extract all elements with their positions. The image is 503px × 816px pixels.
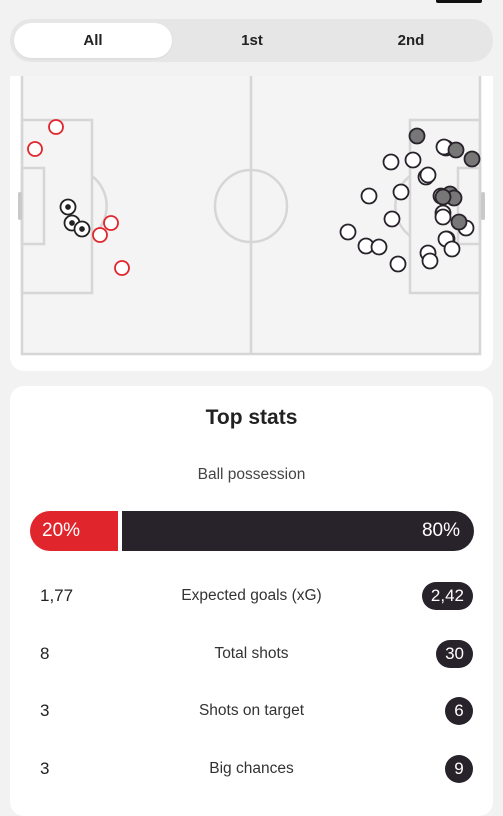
away-shot-marker[interactable] <box>382 153 400 171</box>
away-shot-marker[interactable] <box>370 238 388 256</box>
away-shot-on-target-marker[interactable] <box>450 213 468 231</box>
home-shot-marker[interactable] <box>92 227 108 243</box>
possession-away-value: 80% <box>421 520 460 541</box>
possession-label: Ball possession <box>197 466 306 483</box>
home-goal-marker[interactable] <box>73 220 91 238</box>
away-shot-marker[interactable] <box>392 183 410 201</box>
possession-away-bar: 80% <box>122 511 474 551</box>
shot-map <box>20 76 482 356</box>
tab-2nd[interactable]: 2nd <box>332 23 490 58</box>
stat-row-xg: 1,77 Expected goals (xG) 2,42 <box>10 581 493 611</box>
stat-away-value: 30 <box>436 640 473 668</box>
home-shot-marker[interactable] <box>48 119 64 135</box>
away-shot-marker[interactable] <box>404 151 422 169</box>
home-shot-marker[interactable] <box>103 215 119 231</box>
away-shot-on-target-marker[interactable] <box>463 150 481 168</box>
stat-label: Shots on target <box>198 702 305 719</box>
away-shot-marker[interactable] <box>434 208 452 226</box>
away-shot-on-target-marker[interactable] <box>408 127 426 145</box>
tab-1st[interactable]: 1st <box>173 23 331 58</box>
stat-away-value: 6 <box>445 697 473 725</box>
stats-title: Top stats <box>205 406 298 429</box>
right-scroll-handle[interactable] <box>481 192 485 220</box>
stat-away-value: 2,42 <box>421 582 473 610</box>
top-stats-card: Top stats Ball possession 20% 80% 1,77 E… <box>10 386 493 816</box>
away-shot-marker[interactable] <box>443 240 461 258</box>
possession-home-value: 20% <box>42 520 81 541</box>
away-shot-marker[interactable] <box>419 166 437 184</box>
away-shot-marker[interactable] <box>421 252 439 270</box>
stat-row-total-shots: 8 Total shots 30 <box>10 639 493 669</box>
possession-home-bar: 20% <box>30 511 118 551</box>
away-shot-marker[interactable] <box>383 210 401 228</box>
tab-all[interactable]: All <box>14 23 172 58</box>
shot-map-card <box>10 76 493 371</box>
home-shot-marker[interactable] <box>114 260 130 276</box>
stat-row-shots-on-target: 3 Shots on target 6 <box>10 696 493 726</box>
stat-label: Expected goals (xG) <box>181 587 322 604</box>
left-scroll-handle[interactable] <box>18 192 22 220</box>
away-shot-marker[interactable] <box>360 187 378 205</box>
away-shot-marker[interactable] <box>339 223 357 241</box>
stat-label: Big chances <box>209 760 294 777</box>
home-shot-marker[interactable] <box>27 141 43 157</box>
top-edge-indicator <box>436 0 482 3</box>
home-goal-marker[interactable] <box>59 198 77 216</box>
stat-away-value: 9 <box>445 755 473 783</box>
pitch-lines <box>20 76 482 356</box>
stat-label: Total shots <box>214 645 289 662</box>
period-tabs: All 1st 2nd <box>10 19 493 62</box>
away-shot-marker[interactable] <box>389 255 407 273</box>
stat-row-big-chances: 3 Big chances 9 <box>10 754 493 784</box>
away-shot-on-target-marker[interactable] <box>447 141 465 159</box>
away-shot-on-target-marker[interactable] <box>434 188 452 206</box>
